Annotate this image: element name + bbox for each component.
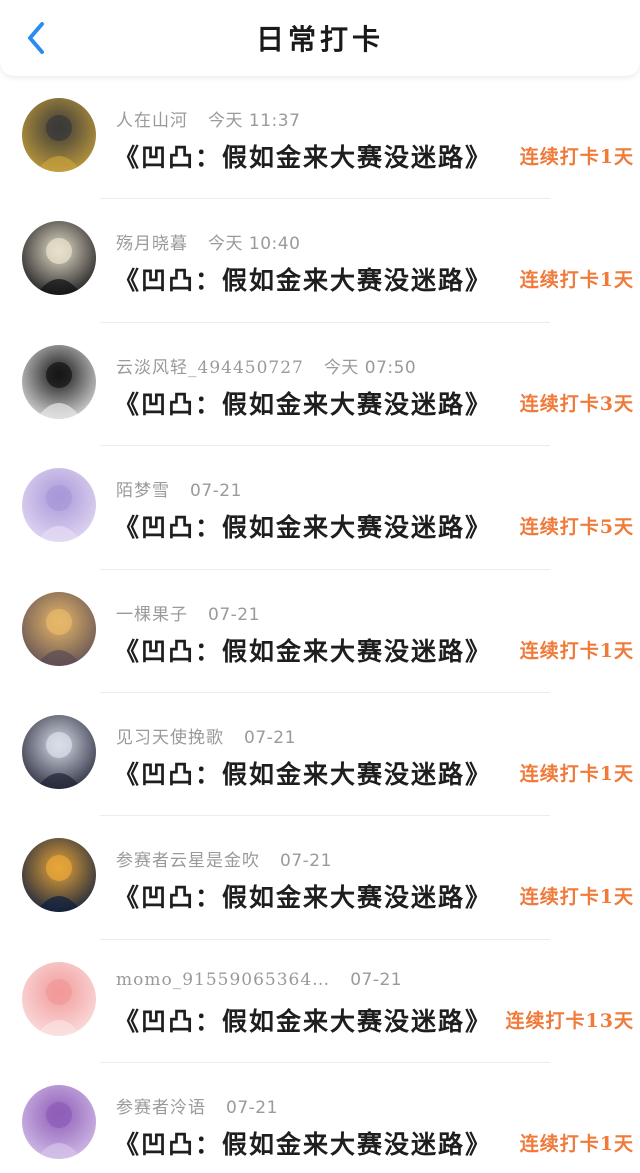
item-meta: 参赛者云星是金吹 07-21	[116, 846, 332, 872]
list-item[interactable]: 云淡风轻_494450727 今天 07:50 《凹凸：假如金来大赛没迷路》 连续打卡…	[0, 323, 640, 447]
list-item[interactable]: momo_91559065364… 07-21 《凹凸：假如金来大赛没迷路》 连续打卡…	[0, 940, 640, 1064]
list-item[interactable]: 一棵果子 07-21 《凹凸：假如金来大赛没迷路》 连续打卡1天	[0, 570, 640, 694]
streak-badge: 连续打卡5天	[519, 516, 634, 539]
post-title[interactable]: 《凹凸：假如金来大赛没迷路》	[114, 138, 492, 174]
post-time: 07-21	[226, 1098, 278, 1119]
avatar[interactable]	[22, 468, 96, 543]
post-time: 07-21	[190, 481, 242, 502]
page-title: 日常打卡	[255, 23, 384, 56]
avatar-image	[22, 838, 96, 913]
avatar-image	[22, 98, 96, 172]
post-time: 今天 07:50	[323, 357, 417, 378]
item-meta: 人在山河 今天 11:37	[116, 106, 301, 131]
streak-badge: 连续打卡1天	[519, 762, 634, 785]
post-title[interactable]: 《凹凸：假如金来大赛没迷路》	[114, 632, 492, 668]
avatar[interactable]	[22, 1085, 96, 1160]
avatar-image	[22, 1085, 96, 1160]
item-meta: 参赛者泠语 07-21	[116, 1093, 278, 1119]
post-time: 07-21	[280, 851, 332, 872]
post-title[interactable]: 《凹凸：假如金来大赛没迷路》	[114, 755, 492, 791]
avatar[interactable]	[22, 221, 96, 296]
list-item[interactable]: 参赛者泠语 07-21 《凹凸：假如金来大赛没迷路》 连续打卡1天	[0, 1063, 640, 1173]
item-meta: 见习天使挽歌 07-21	[116, 723, 296, 748]
avatar-image	[22, 344, 96, 419]
user-name[interactable]: 人在山河	[116, 106, 188, 131]
streak-badge: 连续打卡1天	[519, 639, 634, 662]
post-title[interactable]: 《凹凸：假如金来大赛没迷路》	[114, 878, 492, 914]
post-title[interactable]: 《凹凸：假如金来大赛没迷路》	[114, 1002, 492, 1038]
post-time: 07-21	[350, 969, 403, 990]
streak-badge: 连续打卡3天	[519, 392, 634, 415]
avatar[interactable]	[22, 961, 96, 1036]
streak-badge: 连续打卡1天	[519, 886, 634, 909]
post-title[interactable]: 《凹凸：假如金来大赛没迷路》	[114, 508, 492, 544]
user-name[interactable]: 陌梦雪	[116, 476, 170, 501]
list-item[interactable]: 殇月晓暮 今天 10:40 《凹凸：假如金来大赛没迷路》 连续打卡1天	[0, 199, 640, 324]
user-name[interactable]: 殇月晓暮	[116, 229, 188, 254]
avatar-image	[22, 714, 96, 789]
item-meta: momo_91559065364… 07-21	[116, 970, 402, 994]
checkin-list: 人在山河 今天 11:37 《凹凸：假如金来大赛没迷路》 连续打卡1天 殇月晓暮 今天 1…	[0, 76, 640, 1173]
post-title[interactable]: 《凹凸：假如金来大赛没迷路》	[114, 385, 492, 421]
avatar[interactable]	[22, 714, 96, 789]
post-time: 07-21	[208, 604, 260, 625]
streak-badge: 连续打卡13天	[505, 1009, 634, 1032]
user-name[interactable]: momo_91559065364…	[116, 970, 330, 990]
avatar[interactable]	[22, 838, 96, 913]
item-meta: 一棵果子 07-21	[116, 600, 260, 625]
avatar[interactable]	[22, 98, 96, 172]
item-meta: 云淡风轻_494450727 今天 07:50	[116, 353, 417, 378]
item-meta: 陌梦雪 07-21	[116, 476, 242, 502]
avatar-image	[22, 221, 96, 296]
avatar[interactable]	[22, 344, 96, 419]
user-name[interactable]: 云淡风轻_494450727	[116, 353, 304, 378]
list-item[interactable]: 见习天使挽歌 07-21 《凹凸：假如金来大赛没迷路》 连续打卡1天	[0, 693, 640, 817]
item-meta: 殇月晓暮 今天 10:40	[116, 229, 301, 255]
list-item[interactable]: 人在山河 今天 11:37 《凹凸：假如金来大赛没迷路》 连续打卡1天	[0, 76, 640, 200]
streak-badge: 连续打卡1天	[519, 1133, 634, 1156]
post-title[interactable]: 《凹凸：假如金来大赛没迷路》	[114, 1125, 492, 1161]
avatar-image	[22, 468, 96, 543]
user-name[interactable]: 见习天使挽歌	[116, 723, 224, 748]
post-time: 07-21	[244, 727, 296, 748]
user-name[interactable]: 参赛者云星是金吹	[116, 846, 260, 871]
avatar-image	[22, 961, 96, 1036]
top-navigation-bar: 日常打卡	[0, 0, 640, 76]
post-time: 今天 10:40	[208, 234, 301, 255]
list-item[interactable]: 陌梦雪 07-21 《凹凸：假如金来大赛没迷路》 连续打卡5天	[0, 446, 640, 570]
post-time: 今天 11:37	[208, 111, 301, 131]
post-title[interactable]: 《凹凸：假如金来大赛没迷路》	[114, 261, 492, 297]
user-name[interactable]: 一棵果子	[116, 600, 188, 625]
streak-badge: 连续打卡1天	[519, 269, 634, 292]
streak-badge: 连续打卡1天	[519, 146, 634, 168]
avatar[interactable]	[22, 591, 96, 666]
user-name[interactable]: 参赛者泠语	[116, 1093, 206, 1118]
list-item[interactable]: 参赛者云星是金吹 07-21 《凹凸：假如金来大赛没迷路》 连续打卡1天	[0, 816, 640, 941]
avatar-image	[22, 591, 96, 666]
